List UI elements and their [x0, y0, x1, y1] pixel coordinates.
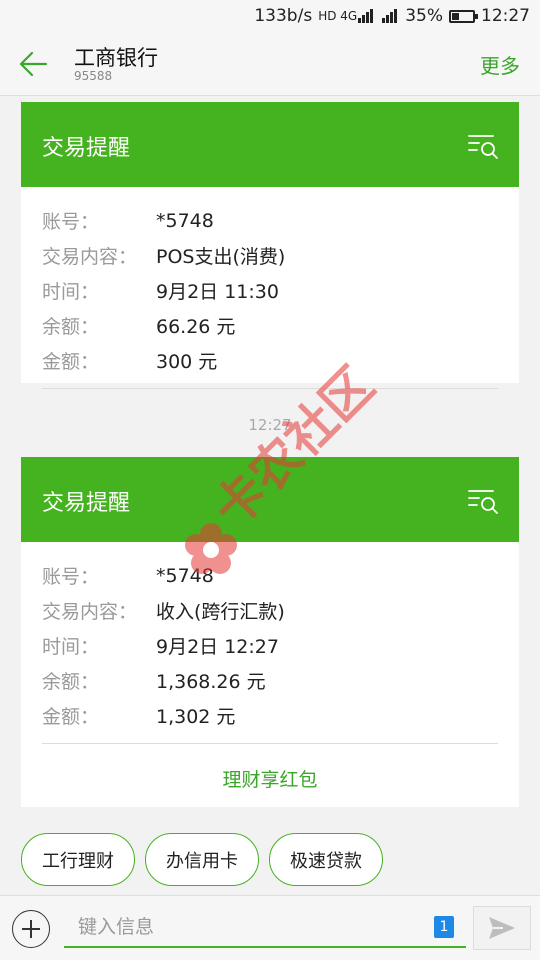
card-header: 交易提醒 [21, 102, 519, 187]
row-value: 1,368.26 元 [156, 671, 266, 693]
row-label: 余额： [42, 671, 100, 693]
row-value: *5748 [156, 564, 214, 587]
message-input[interactable] [64, 908, 466, 948]
message-card-2: 交易提醒 账号： *5748 交易内容： 收入(跨行汇款) 时间： 9月2日 12:2… [21, 457, 519, 807]
arrow-left-icon[interactable] [16, 46, 52, 82]
quick-reply-loan[interactable]: 极速贷款 [269, 833, 383, 886]
card-body: 账号： *5748 交易内容： 收入(跨行汇款) 时间： 9月2日 12:27 余额：… [21, 542, 519, 733]
row-label: 时间： [42, 636, 100, 658]
detail-row: 时间： 9月2日 12:27 [42, 628, 498, 663]
battery-icon [449, 9, 478, 23]
detail-row: 金额： 1,302 元 [42, 698, 498, 733]
row-value: 66.26 元 [156, 316, 236, 338]
signal-icon: HD 4G [318, 9, 375, 23]
detail-row: 时间： 9月2日 11:30 [42, 273, 498, 308]
list-search-icon[interactable] [467, 485, 499, 515]
row-value: 9月2日 11:30 [156, 281, 279, 303]
card-title: 交易提醒 [42, 491, 131, 516]
row-label: 账号： [42, 566, 100, 588]
card-title: 交易提醒 [42, 136, 131, 161]
send-icon [489, 917, 515, 939]
row-label: 金额： [42, 351, 100, 373]
quick-reply-wealth[interactable]: 工行理财 [21, 833, 135, 886]
more-button[interactable]: 更多 [480, 50, 520, 79]
row-label: 账号： [42, 211, 100, 233]
divider [42, 388, 498, 389]
card-header: 交易提醒 [21, 457, 519, 542]
row-label: 时间： [42, 281, 100, 303]
row-label: 交易内容： [42, 601, 138, 623]
wealth-red-packet-link[interactable]: 理财享红包 [21, 744, 519, 812]
row-label: 余额： [42, 316, 100, 338]
detail-row: 余额： 1,368.26 元 [42, 663, 498, 698]
clock: 12:27 [481, 6, 530, 26]
row-label: 金额： [42, 706, 100, 728]
quick-reply-credit-card[interactable]: 办信用卡 [145, 833, 259, 886]
row-value: 1,302 元 [156, 706, 236, 728]
row-value: 300 元 [156, 351, 218, 373]
network-speed: 133b/s [254, 6, 313, 26]
detail-row: 交易内容： POS支出(消费) [42, 238, 498, 273]
row-label: 交易内容： [42, 246, 138, 268]
sim-badge[interactable]: 1 [434, 916, 454, 938]
detail-row: 交易内容： 收入(跨行汇款) [42, 593, 498, 628]
detail-row: 账号： *5748 [42, 203, 498, 238]
battery-percent: 35% [405, 6, 443, 26]
detail-row: 金额： 300 元 [42, 343, 498, 378]
list-search-icon[interactable] [467, 130, 499, 160]
row-value: 9月2日 12:27 [156, 636, 279, 658]
contact-number: 95588 [74, 69, 113, 83]
row-value: *5748 [156, 209, 214, 232]
card-body: 账号： *5748 交易内容： POS支出(消费) 时间： 9月2日 11:30 余额… [21, 187, 519, 378]
row-value: 收入(跨行汇款) [156, 601, 285, 623]
battery-fill [452, 12, 459, 20]
send-button[interactable] [473, 906, 531, 950]
quick-reply-bar: 工行理财 办信用卡 极速贷款 [21, 833, 383, 886]
conversation-header: 工商银行 95588 更多 [0, 32, 540, 96]
message-timestamp: 12:27 [248, 416, 292, 434]
row-value: POS支出(消费) [156, 246, 286, 268]
plus-icon[interactable] [12, 910, 50, 948]
contact-name: 工商银行 [74, 46, 158, 70]
detail-row: 账号： *5748 [42, 558, 498, 593]
message-card-1: 交易提醒 账号： *5748 交易内容： POS支出(消费) 时间： 9月2日 11:… [21, 102, 519, 389]
signal-2-icon [381, 9, 399, 23]
detail-row: 余额： 66.26 元 [42, 308, 498, 343]
compose-bar: 1 [0, 895, 540, 960]
status-bar: 133b/s HD 4G 35% 12:27 [0, 0, 540, 32]
